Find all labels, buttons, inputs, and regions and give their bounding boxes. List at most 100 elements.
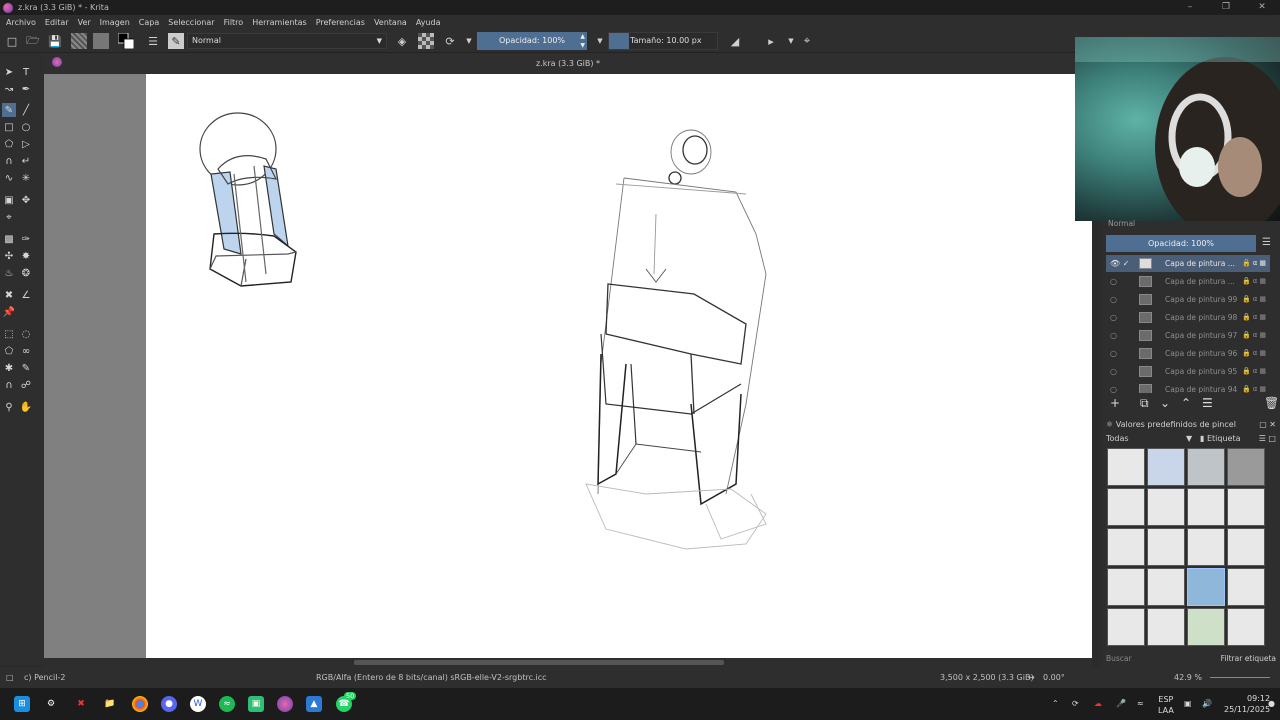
gradient-swatch-icon[interactable] — [71, 33, 87, 49]
menu-imagen[interactable]: Imagen — [100, 18, 130, 27]
alpha-lock-icon[interactable] — [418, 33, 434, 49]
rectangle-tool-icon[interactable]: □ — [2, 120, 16, 134]
layer-lock-alpha-icons[interactable]: 🔒α▦ — [1242, 291, 1268, 308]
move-layer-down-icon[interactable]: ⌄ — [1160, 396, 1170, 410]
document-tab[interactable]: z.kra (3.3 GiB) * — [44, 53, 1092, 74]
layer-lock-alpha-icons[interactable]: 🔒α▦ — [1242, 255, 1268, 272]
photos-icon[interactable]: ▲ — [306, 696, 322, 712]
brush-preset[interactable] — [1227, 608, 1265, 646]
multibrush-icon[interactable]: ✳ — [19, 171, 33, 185]
ellipse-select-icon[interactable]: ◌ — [19, 327, 33, 341]
contiguous-select-icon[interactable]: ✱ — [2, 361, 16, 375]
clock[interactable]: 09:12 25/11/2025 — [1224, 693, 1270, 715]
brush-preset[interactable] — [1187, 608, 1225, 646]
transform-tool-icon[interactable]: ▣ — [2, 193, 16, 207]
zoom-value[interactable]: 42.9 % — [1174, 667, 1202, 688]
freehand-brush-icon[interactable]: ✎ — [2, 103, 16, 117]
layer-row[interactable]: ○ Capa de pintura 94 🔒α▦ — [1106, 381, 1270, 393]
chrome-icon[interactable] — [132, 696, 148, 712]
filter-tag-button[interactable]: Filtrar etiqueta — [1221, 652, 1276, 666]
layer-row[interactable]: ○ Capa de pintura ... 🔒α▦ — [1106, 273, 1270, 290]
steam-icon[interactable]: ⚙ — [43, 696, 59, 712]
magnetic-select-icon[interactable]: ☍ — [19, 378, 33, 392]
brush-preset-icon[interactable]: ✎ — [168, 33, 184, 49]
brush-preset[interactable] — [1107, 608, 1145, 646]
line-tool-icon[interactable]: ╱ — [19, 103, 33, 117]
layer-lock-alpha-icons[interactable]: 🔒α▦ — [1242, 381, 1268, 393]
menu-ventana[interactable]: Ventana — [374, 18, 407, 27]
eye-icon[interactable]: 👁 ✓ — [1110, 255, 1129, 272]
menu-filtro[interactable]: Filtro — [224, 18, 244, 27]
sync-icon[interactable]: ⟳ — [1072, 698, 1079, 709]
horizontal-scrollbar[interactable] — [44, 658, 1092, 667]
tray-chevron-icon[interactable]: ⌃ — [1052, 698, 1059, 709]
select-shapes-icon[interactable]: ➤ — [2, 65, 16, 79]
brush-preset[interactable] — [1147, 528, 1185, 566]
brush-preset[interactable] — [1227, 568, 1265, 606]
menu-preferencias[interactable]: Preferencias — [316, 18, 365, 27]
maximize-icon[interactable]: ❐ — [1208, 0, 1244, 15]
brush-preset-selected[interactable] — [1187, 568, 1225, 606]
layer-properties-icon[interactable]: ☰ — [1202, 396, 1213, 410]
add-layer-icon[interactable]: + — [1110, 396, 1120, 410]
wifi-icon[interactable]: ≈ — [1137, 698, 1144, 709]
spotify-icon[interactable]: ≈ — [219, 696, 235, 712]
chevron-down-icon[interactable]: ▼ — [461, 33, 477, 49]
menu-ayuda[interactable]: Ayuda — [416, 18, 441, 27]
smart-patch-icon[interactable]: ✣ — [2, 249, 16, 263]
color-picker-icon[interactable]: ✑ — [19, 232, 33, 246]
brush-preset[interactable] — [1187, 448, 1225, 486]
polygon-tool-icon[interactable]: ⬠ — [2, 137, 16, 151]
chevron-down-icon[interactable]: ▼ — [783, 33, 799, 49]
eraser-icon[interactable]: ◈ — [394, 33, 410, 49]
monitor-icon[interactable]: ▣ — [1184, 698, 1192, 709]
gradient-tool-icon[interactable]: ▩ — [2, 232, 16, 246]
tag-label[interactable]: ▮ Etiqueta — [1200, 432, 1240, 446]
colorize-mask-icon[interactable]: ✸ — [19, 249, 33, 263]
notification-icon[interactable]: ● — [1268, 698, 1275, 709]
polygon-select-icon[interactable]: ⬠ — [2, 344, 16, 358]
menu-capa[interactable]: Capa — [139, 18, 159, 27]
mirror-vertical-icon[interactable]: ▸ — [763, 33, 779, 49]
crop-tool-icon[interactable]: ⌖ — [2, 210, 16, 224]
cloud-icon[interactable]: ☁ — [1094, 698, 1102, 709]
brush-preset[interactable] — [1227, 448, 1265, 486]
close-icon[interactable]: ✕ — [1244, 0, 1280, 15]
eye-icon[interactable]: ○ — [1110, 381, 1117, 393]
drawing-canvas[interactable] — [146, 74, 1092, 658]
layer-blend-mode[interactable]: Normal — [1108, 219, 1135, 228]
zoom-slider[interactable] — [1210, 677, 1270, 678]
text-tool-icon[interactable]: T — [19, 65, 33, 79]
discord-icon[interactable]: ● — [161, 696, 177, 712]
brush-preset[interactable] — [1107, 528, 1145, 566]
layer-menu-icon[interactable]: ☰ — [1262, 237, 1271, 248]
zoom-tool-icon[interactable]: ⚲ — [2, 400, 16, 414]
presets-filter-select[interactable]: Todas — [1106, 434, 1129, 443]
delete-layer-icon[interactable]: 🗑 — [1264, 396, 1279, 410]
eye-icon[interactable]: ○ — [1110, 291, 1117, 308]
layer-row[interactable]: ○ Capa de pintura 96 🔒α▦ — [1106, 345, 1270, 362]
blend-mode-select[interactable]: Normal ▼ — [187, 33, 387, 49]
duplicate-layer-icon[interactable]: ⧉ — [1140, 396, 1149, 411]
microphone-icon[interactable]: 🎤 — [1116, 698, 1126, 709]
similar-select-icon[interactable]: ✎ — [19, 361, 33, 375]
menu-editar[interactable]: Editar — [45, 18, 69, 27]
move-tool-icon[interactable]: ✥ — [19, 193, 33, 207]
brush-preset[interactable] — [1227, 488, 1265, 526]
menu-seleccionar[interactable]: Seleccionar — [168, 18, 214, 27]
enclose-fill-icon[interactable]: ❂ — [19, 266, 33, 280]
wps-icon[interactable]: W — [190, 696, 206, 712]
krita-taskbar-icon[interactable] — [277, 696, 293, 712]
open-folder-icon[interactable]: 🗁 — [25, 33, 41, 49]
brush-preset[interactable] — [1107, 568, 1145, 606]
eye-icon[interactable]: ○ — [1110, 327, 1117, 344]
crop-icon[interactable]: ⌖ — [799, 33, 815, 49]
pattern-swatch-icon[interactable] — [93, 33, 109, 49]
eye-icon[interactable]: ○ — [1110, 273, 1117, 290]
brush-preset[interactable] — [1187, 488, 1225, 526]
move-layer-up-icon[interactable]: ⌃ — [1181, 396, 1191, 410]
layer-row[interactable]: 👁 ✓ Capa de pintura ... 🔒α▦ — [1106, 255, 1270, 272]
measure-tool-icon[interactable]: ∠ — [19, 288, 33, 302]
rect-select-icon[interactable]: ⬚ — [2, 327, 16, 341]
menu-ver[interactable]: Ver — [78, 18, 91, 27]
